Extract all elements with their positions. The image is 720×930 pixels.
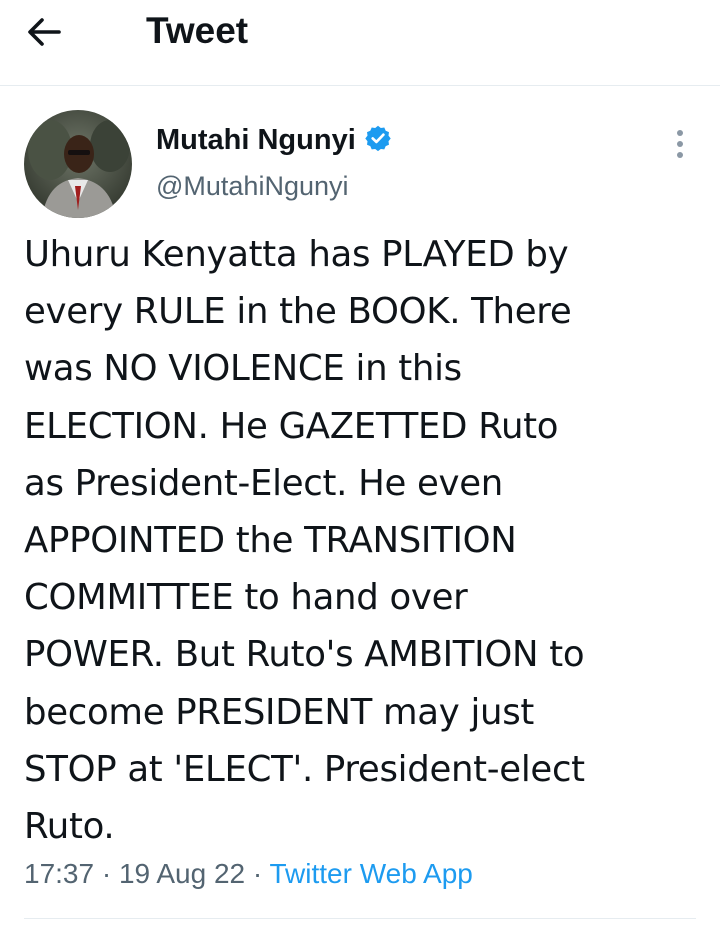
more-dot — [677, 141, 683, 147]
tweet-line: become PRESIDENT may just — [24, 691, 535, 733]
arrow-left-icon — [27, 17, 61, 52]
avatar[interactable] — [24, 110, 132, 218]
tweet-source-link[interactable]: Twitter Web App — [269, 858, 472, 889]
tweet-line: ELECTION. He GAZETTED Ruto — [24, 405, 559, 447]
author-handle[interactable]: @MutahiNgunyi — [156, 171, 349, 202]
tweet-time[interactable]: 17:37 — [24, 858, 94, 889]
tweet-line: COMMITTEE to hand over — [24, 577, 468, 619]
meta-separator: · — [101, 858, 112, 889]
more-dot — [677, 130, 683, 136]
verified-badge-icon — [364, 124, 392, 157]
tweet-date[interactable]: 19 Aug 22 — [119, 858, 245, 889]
page-title: Tweet — [146, 10, 249, 51]
more-options-icon[interactable] — [664, 124, 696, 164]
tweet-metadata: 17:37 · 19 Aug 22 · Twitter Web App — [24, 858, 473, 890]
back-button[interactable] — [22, 12, 66, 56]
tweet-line: was NO VIOLENCE in this — [24, 348, 462, 390]
display-name[interactable]: Mutahi Ngunyi — [156, 124, 356, 157]
top-bar: Tweet — [0, 0, 720, 86]
more-dot — [677, 152, 683, 158]
tweet-line: POWER. But Ruto's AMBITION to — [24, 634, 585, 676]
tweet-line: as President-Elect. He even — [24, 462, 503, 504]
tweet-line: STOP at 'ELECT'. President-elect — [24, 748, 585, 790]
tweet-line: APPOINTED the TRANSITION — [24, 520, 517, 562]
meta-separator: · — [252, 858, 263, 889]
divider — [24, 918, 696, 919]
tweet-text: Uhuru Kenyatta has PLAYED by every RULE … — [24, 226, 704, 855]
tweet-line: every RULE in the BOOK. There — [24, 291, 572, 333]
tweet-line: Ruto. — [24, 806, 115, 848]
tweet-line: Uhuru Kenyatta has PLAYED by — [24, 234, 569, 275]
author-name-row: Mutahi Ngunyi — [156, 124, 392, 157]
